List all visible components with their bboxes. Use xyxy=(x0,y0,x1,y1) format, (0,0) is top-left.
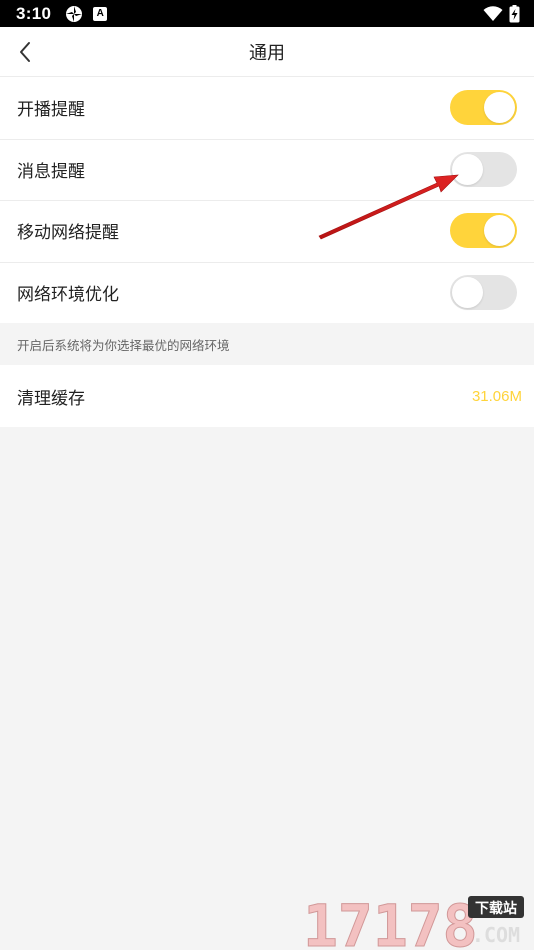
setting-label: 网络环境优化 xyxy=(17,284,119,305)
status-time: 3:10 xyxy=(16,3,52,23)
svg-text:17178: 17178 xyxy=(303,892,478,950)
wifi-icon xyxy=(483,5,503,22)
chevron-left-icon xyxy=(20,42,30,62)
back-button[interactable] xyxy=(10,35,40,69)
network-optimization-toggle[interactable] xyxy=(450,274,517,310)
settings-list: 开播提醒 消息提醒 移动网络提醒 网络环境优化 xyxy=(0,77,534,323)
setting-label: 移动网络提醒 xyxy=(17,223,119,244)
target-icon xyxy=(65,5,83,23)
status-bar: 3:10 A xyxy=(0,0,534,27)
battery-charging-icon xyxy=(509,4,520,23)
message-reminder-toggle[interactable] xyxy=(450,151,517,187)
setting-row-mobile-network-reminder: 移动网络提醒 xyxy=(0,200,534,262)
toggle-knob xyxy=(452,276,483,308)
clear-cache-label: 清理缓存 xyxy=(17,388,85,409)
setting-row-live-reminder: 开播提醒 xyxy=(0,77,534,139)
hint-area: 开启后系统将为你选择最优的网络环境 xyxy=(0,323,534,365)
watermark-badge-text: 下载站 xyxy=(475,900,517,917)
status-icons-left: A xyxy=(65,5,108,23)
setting-label: 开播提醒 xyxy=(17,100,85,121)
page-title: 通用 xyxy=(249,42,285,64)
setting-row-network-optimization: 网络环境优化 xyxy=(0,261,534,324)
toggle-knob xyxy=(452,153,483,185)
site-watermark-logo: 17178 下载站 .COM xyxy=(303,892,524,950)
a-badge-letter: A xyxy=(96,8,104,19)
top-app-bar: 通用 xyxy=(0,27,534,77)
toggle-knob xyxy=(484,215,515,247)
cache-size-value: 31.06M xyxy=(471,387,522,405)
setting-row-message-reminder: 消息提醒 xyxy=(0,138,534,201)
watermark-domain-text: .COM xyxy=(472,923,520,947)
setting-label: 消息提醒 xyxy=(17,161,85,182)
clear-cache-row[interactable]: 清理缓存 31.06M xyxy=(0,365,534,427)
network-optimization-hint: 开启后系统将为你选择最优的网络环境 xyxy=(17,337,230,353)
mobile-network-reminder-toggle[interactable] xyxy=(450,213,517,249)
a-badge-icon: A xyxy=(93,6,108,21)
live-reminder-toggle[interactable] xyxy=(450,90,517,126)
toggle-knob xyxy=(484,92,515,124)
status-icons-right xyxy=(483,4,520,23)
